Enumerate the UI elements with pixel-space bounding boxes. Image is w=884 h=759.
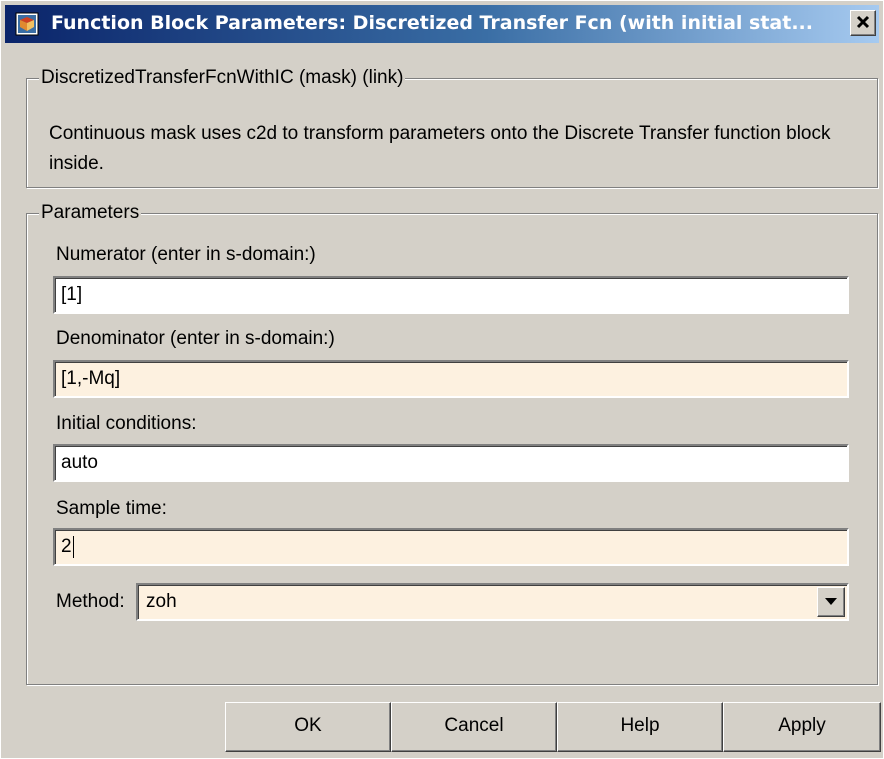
denominator-field[interactable]: [1,-Mq] [53, 360, 849, 398]
text-cursor [72, 535, 74, 558]
method-label: Method: [56, 591, 125, 612]
initial-conditions-label: Initial conditions: [56, 413, 197, 434]
title-bar[interactable]: Function Block Parameters: Discretized T… [5, 5, 879, 43]
ok-button[interactable]: OK [225, 702, 391, 752]
dropdown-arrow-icon [825, 598, 837, 605]
cancel-button[interactable]: Cancel [391, 702, 557, 752]
close-icon [856, 15, 870, 29]
sample-time-label: Sample time: [56, 498, 167, 519]
window-title: Function Block Parameters: Discretized T… [51, 12, 813, 34]
help-button[interactable]: Help [557, 702, 723, 752]
simulink-block-icon [15, 12, 39, 36]
mask-description-text: Continuous mask uses c2d to transform pa… [49, 123, 831, 174]
numerator-value: [1] [61, 284, 83, 305]
numerator-label: Numerator (enter in s-domain:) [56, 244, 316, 265]
sample-time-field[interactable]: 2 [53, 528, 849, 566]
method-value: zoh [146, 591, 177, 612]
mask-group-legend: DiscretizedTransferFcnWithIC (mask) (lin… [39, 67, 406, 89]
dialog-window: Function Block Parameters: Discretized T… [0, 0, 884, 759]
sample-time-value: 2 [61, 536, 72, 557]
parameters-group-legend: Parameters [39, 202, 142, 224]
denominator-value: [1,-Mq] [61, 368, 121, 389]
method-select[interactable]: zoh [136, 583, 849, 621]
denominator-label: Denominator (enter in s-domain:) [56, 328, 335, 349]
apply-button[interactable]: Apply [723, 702, 881, 752]
numerator-field[interactable]: [1] [53, 276, 849, 314]
method-dropdown-button[interactable] [817, 587, 845, 617]
initial-conditions-value: auto [61, 452, 98, 473]
close-button[interactable] [850, 10, 876, 36]
initial-conditions-field[interactable]: auto [53, 444, 849, 482]
